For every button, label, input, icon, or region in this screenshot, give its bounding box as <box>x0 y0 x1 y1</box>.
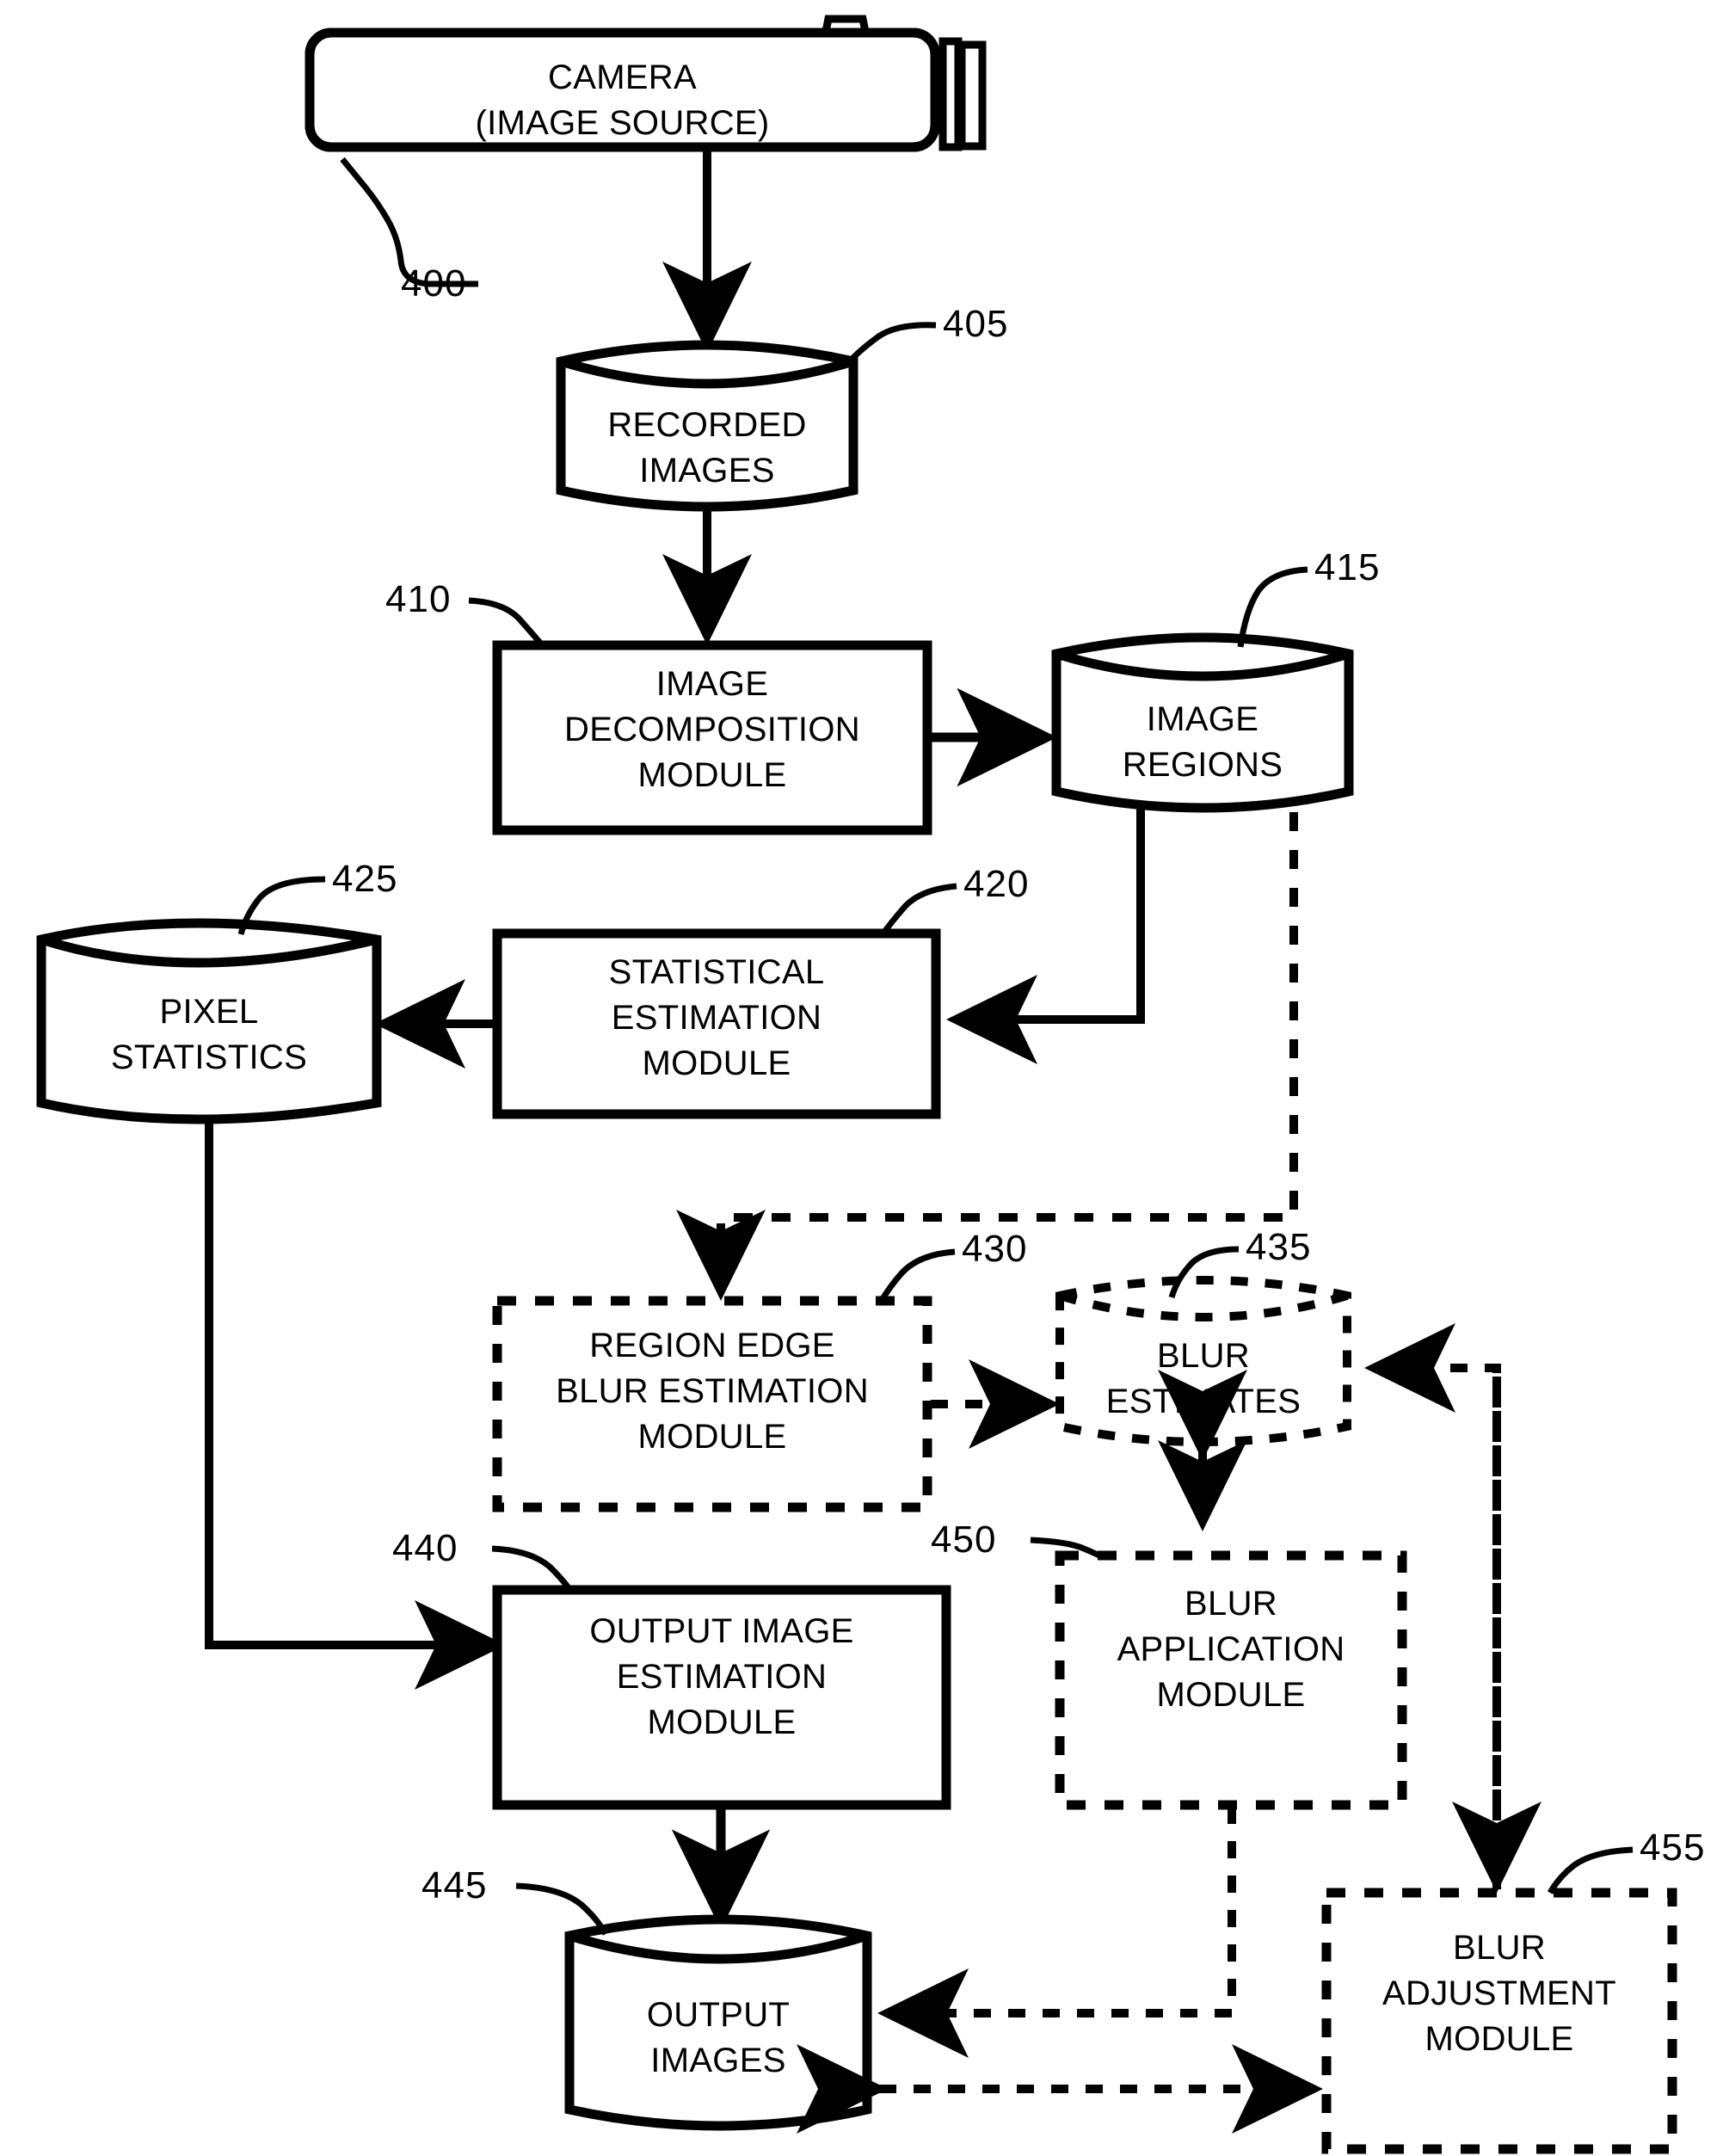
diagram-canvas <box>36 15 1677 2154</box>
image-regions-shape <box>1051 632 1354 813</box>
lead-line-455 <box>1547 1846 1634 1894</box>
ref-numeral-430: 430 <box>962 1228 1028 1270</box>
recorded-images-shape <box>556 340 858 512</box>
ref-numeral-420: 420 <box>963 863 1030 905</box>
ref-numeral-450: 450 <box>931 1518 997 1561</box>
ref-numeral-415: 415 <box>1314 546 1381 588</box>
ref-numeral-410: 410 <box>385 578 452 620</box>
ref-numeral-455: 455 <box>1640 1826 1706 1869</box>
lead-line-410 <box>468 597 546 650</box>
edge-blur-application-to-output-images <box>877 1807 1236 2058</box>
lead-line-420 <box>880 883 957 937</box>
region-edge-blur-shape <box>492 1296 932 1512</box>
lead-line-430 <box>877 1248 956 1303</box>
ref-numeral-425: 425 <box>332 858 398 900</box>
ref-numeral-435: 435 <box>1246 1226 1312 1268</box>
output-image-estimation-shape <box>492 1585 951 1810</box>
output-images-shape <box>564 1914 872 2131</box>
statistical-estimation-shape <box>492 928 941 1119</box>
blur-application-shape <box>1055 1550 1407 1810</box>
ref-numeral-440: 440 <box>392 1527 458 1569</box>
blur-estimates-shape <box>1055 1276 1351 1446</box>
blur-adjustment-shape <box>1321 1888 1677 2154</box>
ref-numeral-445: 445 <box>422 1864 488 1907</box>
ref-numeral-400: 400 <box>401 262 467 305</box>
camera-shape <box>305 15 987 152</box>
lead-line-405 <box>844 322 937 367</box>
ref-numeral-405: 405 <box>943 303 1009 345</box>
pixel-statistics-shape <box>36 918 382 1124</box>
edge-regions-to-statistical <box>946 807 1145 1064</box>
patent-figure: CAMERA (IMAGE SOURCE) RECORDED IMAGES IM… <box>0 0 1723 2156</box>
image-decomposition-shape <box>492 640 932 835</box>
